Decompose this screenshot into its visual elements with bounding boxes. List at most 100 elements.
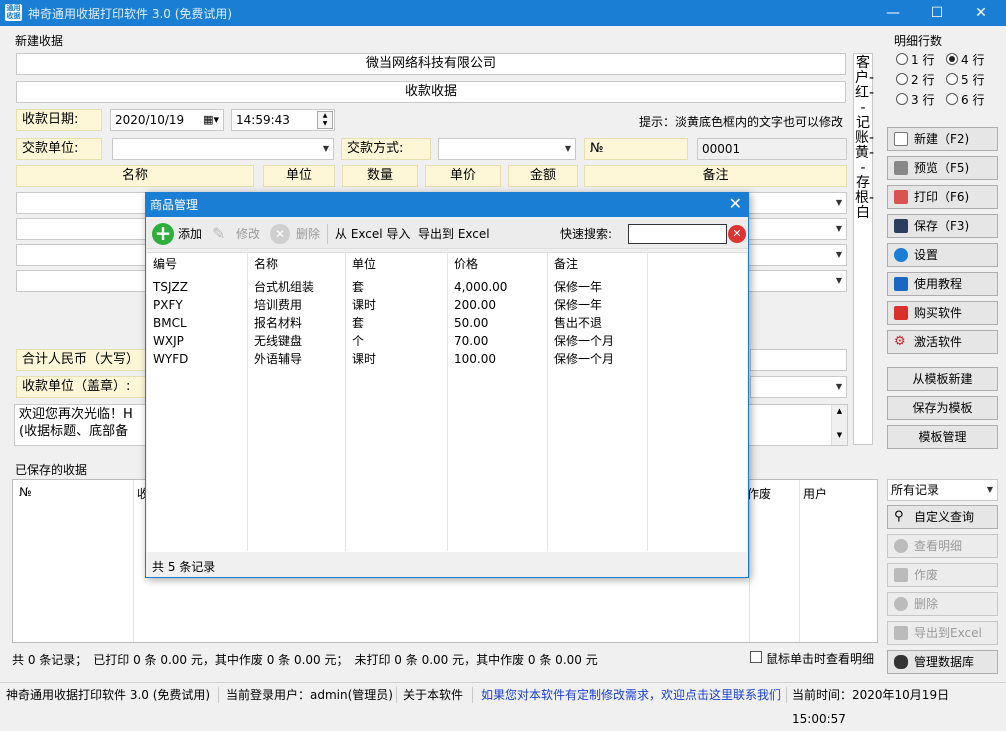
- scrollbar[interactable]: ▲ ▼: [831, 405, 847, 445]
- activate-button[interactable]: ⚙ 激活软件: [887, 330, 998, 354]
- about-link[interactable]: 关于本软件: [403, 683, 463, 707]
- chevron-down-icon: ▼: [564, 144, 571, 153]
- export-excel-button[interactable]: 导出到Excel: [887, 621, 998, 645]
- print-button[interactable]: 打印（F6): [887, 185, 998, 209]
- printer-icon: [894, 161, 908, 175]
- col-remark-header[interactable]: 备注: [584, 165, 847, 187]
- settings-button[interactable]: 设置: [887, 243, 998, 267]
- edit-button[interactable]: 修改: [236, 223, 260, 245]
- status-time: 当前时间：2020年10月19日 15:00:57: [792, 688, 950, 726]
- chevron-down-icon: ▼: [835, 224, 842, 233]
- database-icon: [894, 655, 908, 669]
- remove-button[interactable]: 删除: [296, 223, 320, 245]
- close-icon[interactable]: ✕: [729, 193, 742, 215]
- search-icon: ⚲: [894, 509, 904, 524]
- stamp-combo[interactable]: ▼: [750, 376, 847, 398]
- record-filter-select[interactable]: 所有记录 ▼: [887, 479, 998, 501]
- maximize-button[interactable]: ☐: [914, 0, 960, 26]
- print-icon: [894, 190, 908, 204]
- header-name[interactable]: 名称: [248, 253, 278, 275]
- product-list[interactable]: 编号 名称 单位 价格 备注 TSJZZ 台式机组装 套 4,000.00 保修…: [147, 252, 747, 552]
- company-field[interactable]: 微当网络科技有限公司: [16, 53, 846, 75]
- view-detail-button[interactable]: 查看明细: [887, 534, 998, 558]
- calendar-icon[interactable]: ▦▾: [203, 110, 219, 130]
- col-price-header[interactable]: 单价: [425, 165, 501, 187]
- header-unit[interactable]: 单位: [346, 253, 376, 275]
- spin-icon[interactable]: ▲ ▼: [317, 111, 333, 129]
- click-view-label[interactable]: 鼠标单击时查看明细: [766, 650, 874, 667]
- save-button[interactable]: 保存（F3): [887, 214, 998, 238]
- method-label[interactable]: 交款方式:: [341, 138, 431, 160]
- click-view-checkbox[interactable]: [750, 651, 762, 663]
- chevron-down-icon: ▼: [835, 382, 842, 391]
- preview-button[interactable]: 预览（F5): [887, 156, 998, 180]
- header-price[interactable]: 价格: [448, 253, 478, 275]
- add-button[interactable]: 添加: [178, 223, 202, 245]
- header-code[interactable]: 编号: [147, 253, 177, 275]
- add-icon[interactable]: +: [152, 223, 174, 245]
- dialog-title-bar: 商品管理: [146, 193, 748, 217]
- toolbar-divider: [327, 224, 328, 244]
- from-template-button[interactable]: 从模板新建: [887, 367, 998, 391]
- radio-1-row[interactable]: [896, 53, 908, 65]
- table-row[interactable]: WYFD 外语辅导 课时 100.00 保修一个月: [147, 350, 747, 368]
- table-row[interactable]: WXJP 无线键盘 个 70.00 保修一个月: [147, 332, 747, 350]
- date-picker[interactable]: 2020/10/19 ▦▾: [110, 109, 224, 131]
- radio-1-row-label[interactable]: 1 行: [911, 51, 934, 68]
- minimize-button[interactable]: —: [870, 0, 916, 26]
- tutorial-button[interactable]: 使用教程: [887, 272, 998, 296]
- method-combo[interactable]: ▼: [438, 138, 576, 160]
- clear-search-icon[interactable]: ✕: [728, 225, 746, 243]
- radio-4-row-label[interactable]: 4 行: [961, 51, 984, 68]
- radio-5-row[interactable]: [946, 73, 958, 85]
- radio-6-row[interactable]: [946, 93, 958, 105]
- buy-button[interactable]: 购买软件: [887, 301, 998, 325]
- stamp-label[interactable]: 收款单位（盖章）:: [16, 376, 156, 398]
- close-button[interactable]: ✕: [958, 0, 1004, 26]
- quick-search-input[interactable]: [628, 224, 727, 244]
- chevron-down-icon: ▼: [986, 485, 993, 494]
- col-qty-header[interactable]: 数量: [342, 165, 418, 187]
- contact-link[interactable]: 如果您对本软件有定制修改需求，欢迎点击这里联系我们: [481, 683, 781, 707]
- void-button[interactable]: 作废: [887, 563, 998, 587]
- radio-3-row[interactable]: [896, 93, 908, 105]
- radio-2-row-label[interactable]: 2 行: [911, 71, 934, 88]
- col-unit-header[interactable]: 单位: [263, 165, 335, 187]
- table-row[interactable]: BMCL 报名材料 套 50.00 售出不退: [147, 314, 747, 332]
- new-button[interactable]: 新建（F2): [887, 127, 998, 151]
- date-label[interactable]: 收款日期:: [16, 109, 102, 131]
- status-bar: 神奇通用收据打印软件 3.0 (免费试用) 当前登录用户：admin(管理员) …: [0, 682, 1006, 726]
- custom-query-button[interactable]: ⚲ 自定义查询: [887, 505, 998, 529]
- manage-database-button[interactable]: 管理数据库: [887, 650, 998, 674]
- no-label[interactable]: №: [584, 138, 688, 160]
- saved-summary: 共 0 条记录； 已打印 0 条 0.00 元，其中作废 0 条 0.00 元；…: [12, 653, 598, 667]
- col-amount-header[interactable]: 金额: [508, 165, 578, 187]
- save-template-button[interactable]: 保存为模板: [887, 396, 998, 420]
- time-picker[interactable]: 14:59:43 ▲ ▼: [231, 109, 335, 131]
- window-title: 神奇通用收据打印软件 3.0 (免费试用): [28, 7, 233, 21]
- radio-5-row-label[interactable]: 5 行: [961, 71, 984, 88]
- total-field: [750, 349, 847, 371]
- radio-2-row[interactable]: [896, 73, 908, 85]
- header-remark[interactable]: 备注: [548, 253, 578, 275]
- total-label[interactable]: 合计人民币（大写）: [16, 349, 156, 371]
- copy-color-note[interactable]: 客户-红--记账-黄--存根-白: [853, 53, 874, 445]
- col-divider: [799, 480, 800, 642]
- date-value: 2020/10/19: [115, 113, 185, 127]
- status-divider: [786, 687, 787, 703]
- import-excel-button[interactable]: 从 Excel 导入: [335, 223, 410, 245]
- payer-combo[interactable]: ▼: [112, 138, 334, 160]
- table-row[interactable]: TSJZZ 台式机组装 套 4,000.00 保修一年: [147, 278, 747, 296]
- radio-6-row-label[interactable]: 6 行: [961, 91, 984, 108]
- table-row[interactable]: PXFY 培训费用 课时 200.00 保修一年: [147, 296, 747, 314]
- template-manager-button[interactable]: 模板管理: [887, 425, 998, 449]
- app-icon: 通用收据: [5, 4, 22, 21]
- col-name-header[interactable]: 名称: [16, 165, 254, 187]
- export-excel-dialog-button[interactable]: 导出到 Excel: [418, 223, 490, 245]
- payer-label[interactable]: 交款单位:: [16, 138, 102, 160]
- status-divider: [218, 687, 219, 703]
- receipt-title-field[interactable]: 收款收据: [16, 81, 846, 103]
- delete-button[interactable]: 删除: [887, 592, 998, 616]
- radio-3-row-label[interactable]: 3 行: [911, 91, 934, 108]
- radio-4-row[interactable]: [946, 53, 958, 65]
